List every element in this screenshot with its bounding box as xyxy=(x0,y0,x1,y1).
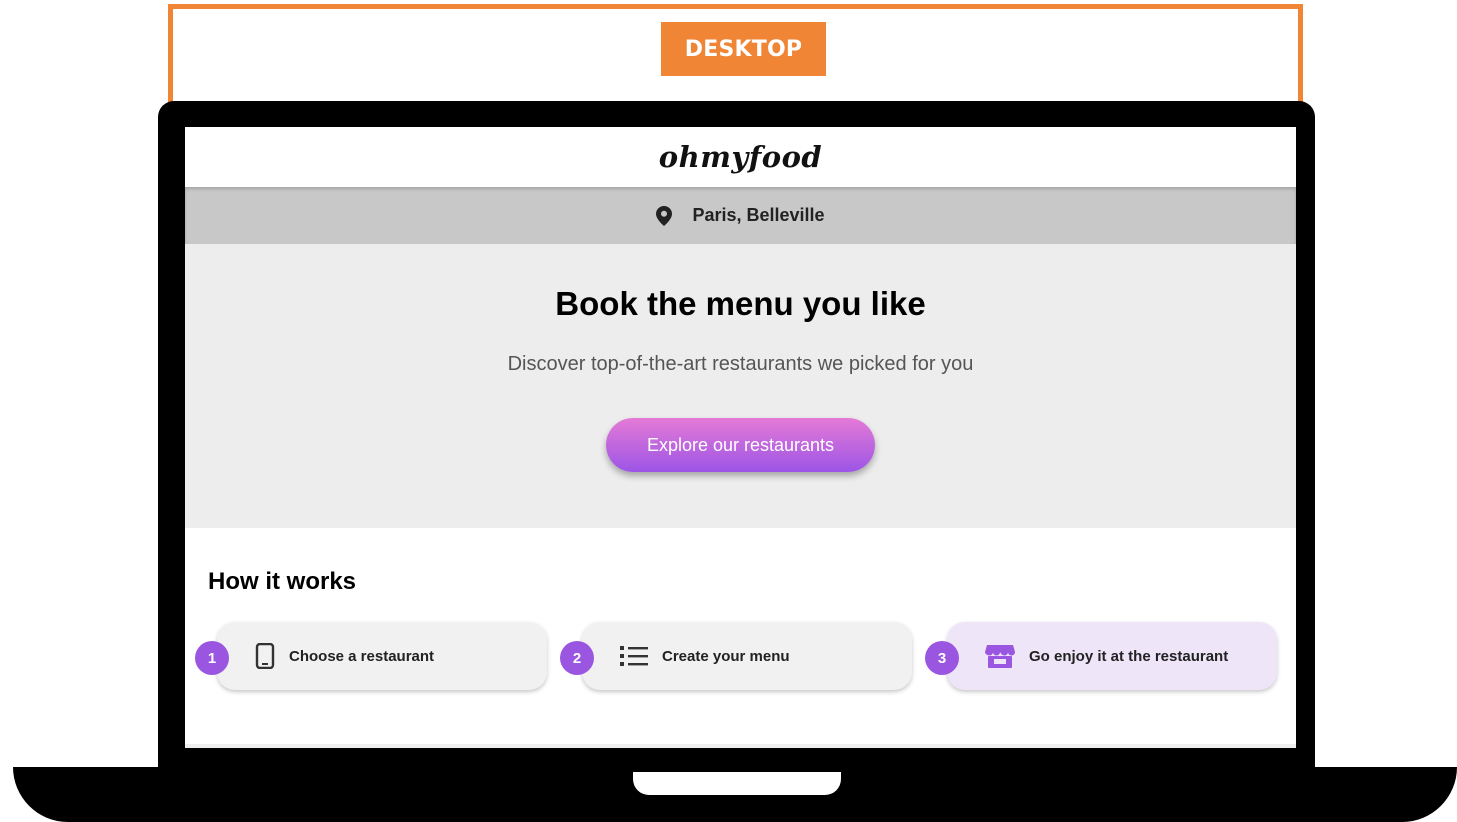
step-card-3[interactable]: Go enjoy it at the restaurant xyxy=(947,622,1277,690)
site-logo[interactable]: ohmyfood xyxy=(659,140,822,174)
explore-restaurants-button[interactable]: Explore our restaurants xyxy=(605,418,876,472)
step-label: Go enjoy it at the restaurant xyxy=(1029,647,1229,665)
step-number-badge: 2 xyxy=(560,641,594,675)
hero-subtitle: Discover top-of-the-art restaurants we p… xyxy=(507,353,974,375)
step-number-badge: 1 xyxy=(195,641,229,675)
how-it-works-section: How it works Choose a restaurant 1 Creat… xyxy=(185,528,1296,748)
step-label: Create your menu xyxy=(662,647,790,665)
list-icon xyxy=(620,645,648,667)
laptop-screen: ohmyfood Paris, Belleville Book the menu… xyxy=(185,127,1296,748)
step-card-1[interactable]: Choose a restaurant xyxy=(217,622,547,690)
step-number-badge: 3 xyxy=(925,641,959,675)
laptop-notch xyxy=(633,772,841,795)
step-card-2[interactable]: Create your menu xyxy=(582,622,912,690)
how-it-works-title: How it works xyxy=(208,568,357,595)
phone-icon xyxy=(255,643,275,669)
steps-list: Choose a restaurant 1 Create your menu 2 xyxy=(195,622,1295,694)
location-pin-icon xyxy=(656,205,673,226)
location-label: Paris, Belleville xyxy=(692,205,825,225)
footer-divider xyxy=(185,744,1296,748)
site-header: ohmyfood xyxy=(185,127,1296,187)
desktop-badge: DESKTOP xyxy=(661,22,826,76)
hero-section: Book the menu you like Discover top-of-t… xyxy=(185,244,1296,528)
step-label: Choose a restaurant xyxy=(289,647,435,665)
location-bar: Paris, Belleville xyxy=(185,187,1296,244)
store-icon xyxy=(985,643,1015,669)
hero-title: Book the menu you like xyxy=(555,285,926,322)
